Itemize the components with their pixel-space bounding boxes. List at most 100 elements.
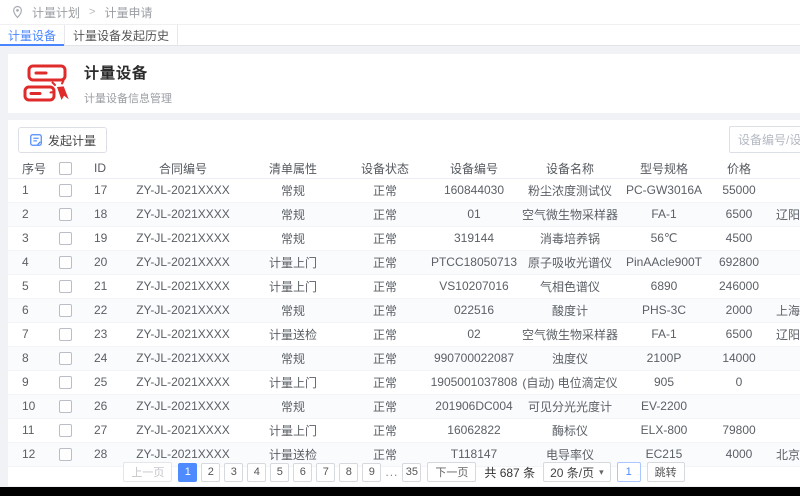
row-id: 18 — [82, 202, 120, 227]
col-id: ID — [82, 159, 120, 179]
table-row: 9 25 ZY-JL-2021XXXX 计量上门 正常 190500103780… — [8, 370, 800, 395]
row-index: 2 — [8, 202, 48, 227]
row-contract-no: ZY-JL-2021XXXX — [120, 346, 246, 371]
row-vendor: 辽阳 — [772, 202, 800, 227]
row-list-attr: 计量上门 — [246, 418, 340, 443]
table-row: 6 22 ZY-JL-2021XXXX 常规 正常 022516 酸度计 PHS… — [8, 298, 800, 323]
row-device-name: 酸度计 — [518, 298, 622, 323]
page-header: 计量设备 计量设备信息管理 — [8, 54, 800, 113]
row-vendor — [772, 226, 800, 251]
tab-launch-history[interactable]: 计量设备发起历史 — [64, 25, 179, 45]
breadcrumb: 计量计划 > 计量申请 — [0, 0, 800, 25]
row-select-cell — [48, 202, 82, 227]
row-id: 21 — [82, 274, 120, 299]
jump-page-input[interactable] — [616, 462, 641, 482]
row-select-cell — [48, 226, 82, 251]
table-row: 4 20 ZY-JL-2021XXXX 计量上门 正常 PTCC18050713… — [8, 250, 800, 275]
page-button-35[interactable]: 35 — [402, 462, 422, 482]
prev-page-button[interactable]: 上一页 — [123, 462, 173, 482]
row-checkbox[interactable] — [58, 256, 72, 270]
page-button-2[interactable]: 2 — [201, 462, 221, 482]
breadcrumb-item-plan[interactable]: 计量计划 — [32, 4, 80, 21]
row-id: 27 — [82, 418, 120, 443]
row-list-attr: 计量上门 — [246, 370, 340, 395]
row-id: 26 — [82, 394, 120, 419]
row-device-name: 原子吸收光谱仪 — [518, 250, 622, 275]
row-price: 6500 — [706, 322, 772, 347]
page-number-list: 1 2 3 4 5 6 7 8 9... 35 — [178, 462, 422, 482]
row-price: 14000 — [706, 346, 772, 371]
row-contract-no: ZY-JL-2021XXXX — [120, 274, 246, 299]
page-button-6[interactable]: 6 — [293, 462, 313, 482]
page-button-4[interactable]: 4 — [247, 462, 267, 482]
page-size-select[interactable]: 20 条/页 ▾ — [543, 462, 611, 482]
row-checkbox[interactable] — [58, 328, 72, 342]
row-checkbox[interactable] — [58, 304, 72, 318]
chevron-down-icon: ▾ — [599, 466, 604, 477]
tab-measuring-devices[interactable]: 计量设备 — [0, 25, 65, 46]
toolbar: 发起计量 — [8, 120, 800, 159]
row-contract-no: ZY-JL-2021XXXX — [120, 298, 246, 323]
page-button-1[interactable]: 1 — [178, 462, 198, 482]
row-model-spec: 905 — [622, 370, 706, 395]
row-checkbox[interactable] — [58, 448, 72, 462]
row-index: 11 — [8, 418, 48, 443]
row-list-attr: 常规 — [246, 226, 340, 251]
row-device-status: 正常 — [340, 370, 430, 395]
row-index: 1 — [8, 178, 48, 203]
row-checkbox[interactable] — [58, 400, 72, 414]
row-checkbox[interactable] — [58, 184, 72, 198]
table-row: 7 23 ZY-JL-2021XXXX 计量送检 正常 02 空气微生物采样器 … — [8, 322, 800, 347]
row-checkbox[interactable] — [58, 376, 72, 390]
row-price: 0 — [706, 370, 772, 395]
table-header-row: 序号 ID 合同编号 清单属性 设备状态 设备编号 设备名称 型号规格 价格 — [8, 159, 800, 179]
page-button-8[interactable]: 8 — [339, 462, 359, 482]
breadcrumb-item-apply[interactable]: 计量申请 — [104, 4, 152, 21]
row-checkbox[interactable] — [58, 208, 72, 222]
row-device-name: 可见分光光度计 — [518, 394, 622, 419]
page-button-7[interactable]: 7 — [316, 462, 336, 482]
table-row: 5 21 ZY-JL-2021XXXX 计量上门 正常 VS10207016 气… — [8, 274, 800, 299]
device-table-wrap: 序号 ID 合同编号 清单属性 设备状态 设备编号 设备名称 型号规格 价格 1 — [8, 159, 800, 467]
next-page-button[interactable]: 下一页 — [427, 462, 477, 482]
row-list-attr: 常规 — [246, 394, 340, 419]
row-checkbox[interactable] — [58, 352, 72, 366]
row-device-name: 酶标仪 — [518, 418, 622, 443]
row-contract-no: ZY-JL-2021XXXX — [120, 418, 246, 443]
jump-button[interactable]: 跳转 — [646, 462, 685, 482]
row-contract-no: ZY-JL-2021XXXX — [120, 322, 246, 347]
row-select-cell — [48, 370, 82, 395]
row-device-no: 01 — [430, 202, 518, 227]
row-checkbox[interactable] — [58, 424, 72, 438]
row-index: 3 — [8, 226, 48, 251]
row-price: 246000 — [706, 274, 772, 299]
row-device-name: 粉尘浓度测试仪 — [518, 178, 622, 203]
launch-measurement-button[interactable]: 发起计量 — [18, 127, 108, 153]
row-device-name: 空气微生物采样器 — [518, 202, 622, 227]
location-pin-icon — [12, 5, 23, 19]
row-device-no: VS10207016 — [430, 274, 518, 299]
row-vendor: 辽阳 — [772, 322, 800, 347]
row-price: 55000 — [706, 178, 772, 203]
page-button-5[interactable]: 5 — [270, 462, 290, 482]
row-checkbox[interactable] — [58, 232, 72, 246]
col-index: 序号 — [8, 159, 48, 179]
row-price: 6500 — [706, 202, 772, 227]
row-model-spec: FA-1 — [622, 202, 706, 227]
row-checkbox[interactable] — [58, 280, 72, 294]
page-button-3[interactable]: 3 — [224, 462, 244, 482]
search-input[interactable] — [729, 126, 800, 153]
row-vendor: 上海精 — [772, 298, 800, 323]
page-button-9[interactable]: 9 — [362, 462, 382, 482]
select-all-checkbox[interactable] — [58, 162, 72, 176]
row-list-attr: 计量上门 — [246, 274, 340, 299]
row-vendor — [772, 274, 800, 299]
row-index: 7 — [8, 322, 48, 347]
col-contract: 合同编号 — [120, 159, 246, 179]
row-select-cell — [48, 346, 82, 371]
page-title: 计量设备 — [84, 64, 149, 82]
page-subtitle: 计量设备信息管理 — [84, 92, 172, 105]
col-vendor — [772, 159, 800, 179]
row-vendor — [772, 418, 800, 443]
row-vendor — [772, 178, 800, 203]
